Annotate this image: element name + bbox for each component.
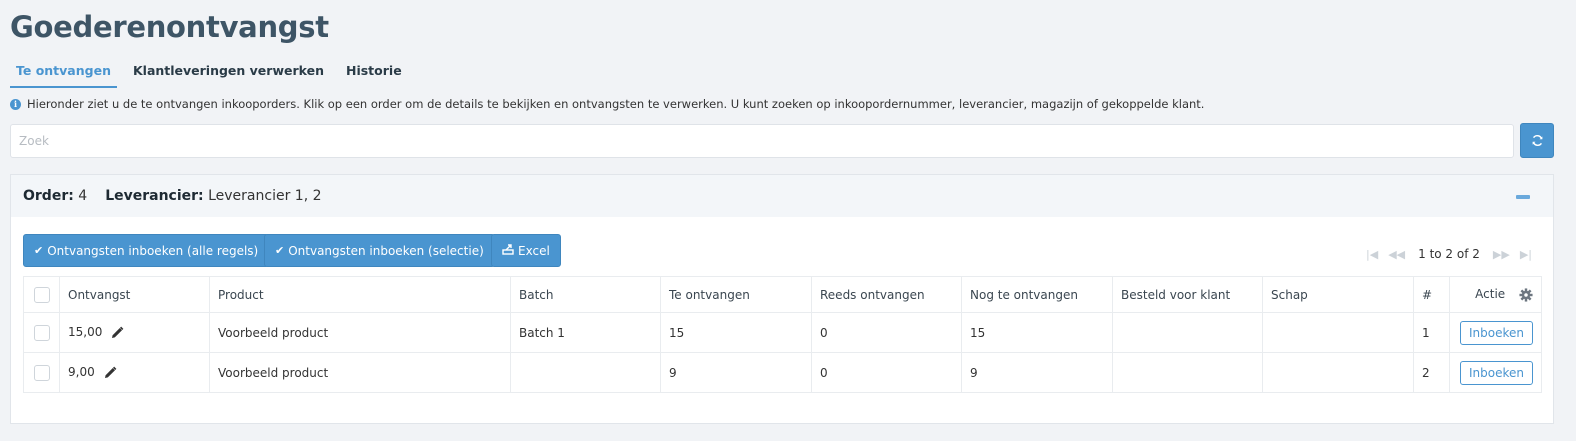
col-schap[interactable]: Schap	[1262, 276, 1414, 313]
order-panel: Order: 4 Leverancier: Leverancier 1, 2 ✔…	[10, 174, 1554, 424]
nr-cell: 1	[1413, 312, 1450, 353]
info-text: Hieronder ziet u de te ontvangen inkoopo…	[27, 97, 1205, 111]
tab-te-ontvangen[interactable]: Te ontvangen	[10, 60, 117, 88]
refresh-button[interactable]	[1520, 123, 1554, 158]
tab-klantleveringen-verwerken[interactable]: Klantleveringen verwerken	[127, 60, 330, 88]
check-icon: ✔	[34, 244, 44, 257]
next-page-icon[interactable]: ▶▶	[1493, 248, 1510, 261]
pencil-icon[interactable]	[103, 366, 117, 380]
actie-cell: Inboeken	[1449, 312, 1542, 353]
col-batch[interactable]: Batch	[510, 276, 661, 313]
receipt-table: Ontvangst Product Batch Te ontvangen Ree…	[23, 276, 1542, 393]
col-actie-label: Actie	[1475, 287, 1506, 302]
pagination: |◀ ◀◀ 1 to 2 of 2 ▶▶ ▶|	[1361, 247, 1537, 261]
book-selection-label: Ontvangsten inboeken (selectie)	[288, 243, 484, 258]
table-header-row: Ontvangst Product Batch Te ontvangen Ree…	[23, 276, 1542, 313]
col-product[interactable]: Product	[209, 276, 511, 313]
te-ontvangen-cell: 15	[660, 312, 812, 353]
supplier-label: Leverancier:	[105, 188, 204, 204]
nog-te-ontvangen-cell: 15	[961, 312, 1113, 353]
table-row[interactable]: 15,00 Voorbeeld product Batch 1 15 0 15 …	[23, 312, 1542, 353]
ontvangst-cell: 15,00	[59, 312, 210, 353]
book-all-button[interactable]: ✔ Ontvangsten inboeken (alle regels)	[23, 234, 270, 267]
row-checkbox[interactable]	[33, 364, 50, 381]
minus-icon[interactable]	[1516, 195, 1530, 199]
select-all-cell	[23, 276, 60, 313]
actie-cell: Inboeken	[1449, 352, 1542, 393]
check-icon: ✔	[275, 244, 285, 257]
col-reeds-ontvangen[interactable]: Reeds ontvangen	[811, 276, 962, 313]
col-te-ontvangen[interactable]: Te ontvangen	[660, 276, 812, 313]
nog-te-ontvangen-cell: 9	[961, 352, 1113, 393]
besteld-voor-klant-cell	[1112, 352, 1263, 393]
schap-cell	[1262, 312, 1414, 353]
select-all-checkbox[interactable]	[33, 286, 50, 303]
col-ontvangst[interactable]: Ontvangst	[59, 276, 210, 313]
order-number: 4	[78, 188, 88, 204]
book-selection-button[interactable]: ✔ Ontvangsten inboeken (selectie)	[264, 234, 495, 267]
pagination-summary: 1 to 2 of 2	[1418, 247, 1480, 261]
row-checkbox[interactable]	[33, 324, 50, 341]
last-page-icon[interactable]: ▶|	[1520, 248, 1532, 261]
inboeken-button[interactable]: Inboeken	[1460, 360, 1533, 385]
order-label: Order:	[23, 188, 74, 204]
book-all-label: Ontvangsten inboeken (alle regels)	[47, 243, 259, 258]
gear-icon[interactable]	[1519, 288, 1533, 302]
excel-label: Excel	[518, 243, 550, 258]
previous-page-icon[interactable]: ◀◀	[1388, 248, 1405, 261]
product-cell: Voorbeeld product	[209, 352, 511, 393]
ontvangst-cell: 9,00	[59, 352, 210, 393]
col-besteld-voor-klant[interactable]: Besteld voor klant	[1112, 276, 1263, 313]
export-icon	[502, 243, 514, 258]
tab-historie[interactable]: Historie	[340, 60, 408, 88]
schap-cell	[1262, 352, 1414, 393]
table-row[interactable]: 9,00 Voorbeeld product 9 0 9 2 Inboeken	[23, 352, 1542, 393]
first-page-icon[interactable]: |◀	[1366, 248, 1378, 261]
page-title: Goederenontvangst	[10, 10, 329, 44]
excel-button[interactable]: Excel	[491, 234, 561, 267]
supplier-name: Leverancier 1, 2	[208, 188, 322, 204]
ontvangst-value[interactable]: 9,00	[68, 365, 95, 379]
order-panel-header[interactable]: Order: 4 Leverancier: Leverancier 1, 2	[11, 175, 1553, 217]
reeds-ontvangen-cell: 0	[811, 312, 962, 353]
batch-cell	[510, 352, 661, 393]
row-select-cell	[23, 352, 60, 393]
nr-cell: 2	[1413, 352, 1450, 393]
inboeken-button[interactable]: Inboeken	[1460, 320, 1533, 345]
reeds-ontvangen-cell: 0	[811, 352, 962, 393]
batch-cell: Batch 1	[510, 312, 661, 353]
tab-bar: Te ontvangen Klantleveringen verwerken H…	[10, 60, 418, 88]
refresh-icon	[1532, 135, 1542, 146]
row-select-cell	[23, 312, 60, 353]
col-actie: Actie	[1449, 276, 1542, 313]
product-cell: Voorbeeld product	[209, 312, 511, 353]
col-nr[interactable]: #	[1413, 276, 1450, 313]
search-input[interactable]	[10, 124, 1514, 158]
pencil-icon[interactable]	[110, 326, 124, 340]
ontvangst-value[interactable]: 15,00	[68, 325, 102, 339]
col-nog-te-ontvangen[interactable]: Nog te ontvangen	[961, 276, 1113, 313]
besteld-voor-klant-cell	[1112, 312, 1263, 353]
te-ontvangen-cell: 9	[660, 352, 812, 393]
info-message: i Hieronder ziet u de te ontvangen inkoo…	[10, 97, 1204, 111]
info-icon: i	[10, 98, 21, 110]
